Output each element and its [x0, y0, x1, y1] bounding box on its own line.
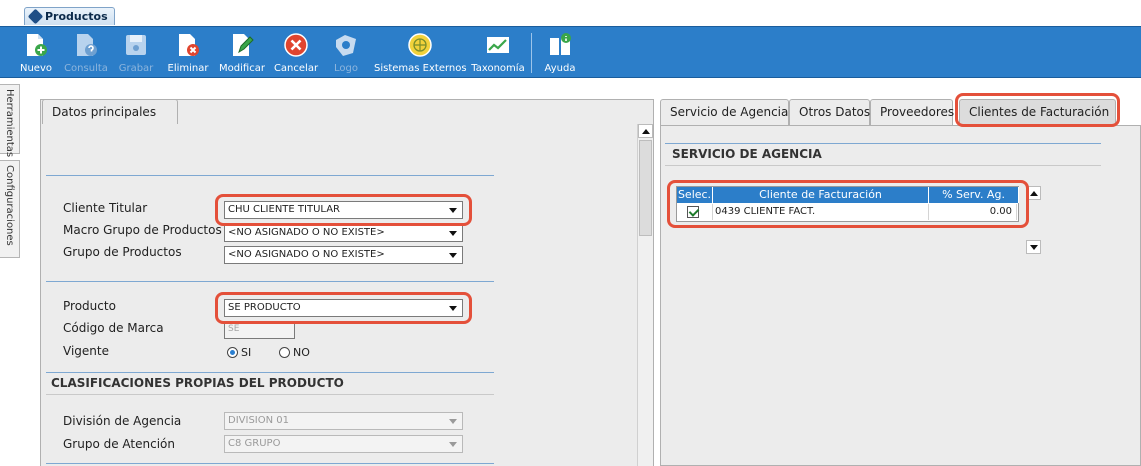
producto-label: Producto: [63, 299, 116, 313]
divider: [665, 143, 1101, 144]
cancel-icon: [284, 33, 308, 57]
grupo-productos-select[interactable]: <NO ASIGNADO O NO EXISTE>: [224, 246, 463, 264]
nuevo-button[interactable]: Nuevo: [14, 27, 58, 77]
tab-servicio-agencia-label: Servicio de Agencia: [670, 105, 789, 119]
divider: [46, 372, 494, 373]
macro-grupo-select[interactable]: <NO ASIGNADO O NO EXISTE>: [224, 224, 463, 242]
cancelar-button[interactable]: Cancelar: [272, 27, 320, 77]
chevron-down-icon: [449, 419, 457, 424]
highlight-grid: [667, 180, 1029, 228]
grupo-atencion-select[interactable]: C8 GRUPO: [224, 435, 463, 453]
edit-pencil-icon: [233, 34, 254, 56]
taxonomia-button[interactable]: Taxonomía: [470, 27, 526, 77]
productos-tab-icon: [27, 8, 44, 25]
divider: [46, 175, 494, 176]
vigente-no-label: NO: [293, 346, 310, 359]
right-panel: [660, 125, 1141, 466]
division-agencia-label: División de Agencia: [63, 414, 182, 428]
tab-productos-label: Productos: [45, 10, 108, 23]
codigo-marca-label: Código de Marca: [63, 321, 164, 335]
tab-otros-datos-label: Otros Datos: [799, 105, 871, 119]
eliminar-label: Eliminar: [167, 63, 209, 74]
logo-button[interactable]: Logo: [326, 27, 366, 77]
chart-icon: [487, 37, 509, 53]
tab-proveedores-label: Proveedores: [880, 105, 955, 119]
toolbar-separator: [531, 33, 532, 73]
side-tab-configuraciones[interactable]: Configuraciones: [0, 160, 20, 258]
side-tab-herramientas[interactable]: Herramientas: [0, 84, 20, 158]
scroll-thumb[interactable]: [639, 140, 652, 236]
cliente-titular-label: Cliente Titular: [63, 201, 148, 215]
cancelar-label: Cancelar: [273, 63, 319, 74]
divider: [46, 281, 494, 282]
main-toolbar: Nuevo Consulta Grabar Eliminar Modificar…: [0, 26, 1141, 78]
tab-proveedores[interactable]: Proveedores: [870, 99, 955, 125]
tab-datos-principales-label: Datos principales: [52, 105, 157, 119]
main-area: Datos principales Cliente Titular CHU CL…: [22, 79, 1141, 466]
logo-label: Logo: [334, 63, 358, 74]
query-doc-icon: [77, 34, 97, 56]
eliminar-button[interactable]: Eliminar: [164, 27, 212, 77]
division-agencia-select[interactable]: DIVISION 01: [224, 412, 463, 430]
tab-otros-datos[interactable]: Otros Datos: [789, 99, 870, 125]
chevron-down-icon: [449, 442, 457, 447]
vigente-si-label: SI: [241, 346, 252, 359]
chevron-down-icon: [449, 253, 457, 258]
grupo-atencion-label: Grupo de Atención: [63, 437, 175, 451]
codigo-marca-value: SE: [228, 324, 240, 334]
modificar-label: Modificar: [219, 63, 265, 74]
ayuda-button[interactable]: Ayuda: [538, 27, 582, 77]
highlight-cliente-titular: [215, 194, 472, 226]
tab-servicio-agencia[interactable]: Servicio de Agencia: [660, 99, 789, 125]
consulta-label: Consulta: [64, 63, 108, 74]
ayuda-label: Ayuda: [544, 63, 576, 74]
macro-grupo-value: <NO ASIGNADO O NO EXISTE>: [228, 227, 385, 238]
taxonomia-label: Taxonomía: [471, 63, 525, 74]
grupo-productos-value: <NO ASIGNADO O NO EXISTE>: [228, 249, 385, 260]
divider: [665, 165, 1101, 166]
nuevo-label: Nuevo: [19, 63, 52, 74]
scroll-down-icon[interactable]: [1026, 240, 1041, 254]
macro-grupo-label: Macro Grupo de Productos: [63, 223, 222, 237]
grabar-button[interactable]: Grabar: [114, 27, 158, 77]
vigente-label: Vigente: [63, 344, 109, 358]
grupo-atencion-value: C8 GRUPO: [228, 438, 281, 449]
help-book-icon: [550, 33, 571, 55]
sistemas-externos-label: Sistemas Externos: [374, 63, 467, 74]
highlight-producto: [215, 292, 472, 324]
vigente-no-radio[interactable]: [279, 347, 290, 358]
clasificaciones-title: CLASIFICACIONES PROPIAS DEL PRODUCTO: [51, 376, 344, 390]
globe-icon: [408, 33, 432, 57]
tab-productos[interactable]: Productos: [24, 7, 115, 25]
highlight-clientes-tab: [955, 93, 1120, 127]
app-tab-strip: Productos: [0, 0, 1141, 26]
left-scrollbar[interactable]: [637, 124, 653, 466]
divider: [46, 394, 494, 395]
scroll-up-icon[interactable]: [638, 124, 653, 138]
chevron-down-icon: [449, 231, 457, 236]
consulta-button[interactable]: Consulta: [62, 27, 110, 77]
grupo-productos-label: Grupo de Productos: [63, 245, 182, 259]
save-disk-icon: [126, 35, 146, 55]
delete-doc-icon: [179, 34, 199, 56]
tab-datos-principales[interactable]: Datos principales: [42, 99, 178, 124]
side-tab-configuraciones-label: Configuraciones: [4, 165, 15, 246]
logo-icon: [336, 35, 356, 56]
servicio-agencia-title: SERVICIO DE AGENCIA: [672, 147, 822, 161]
side-tab-herramientas-label: Herramientas: [4, 89, 15, 158]
sistemas-externos-button[interactable]: Sistemas Externos: [374, 27, 467, 77]
modificar-button[interactable]: Modificar: [216, 27, 268, 77]
new-doc-icon: [27, 34, 47, 56]
grabar-label: Grabar: [118, 63, 154, 74]
vigente-si-radio[interactable]: [227, 347, 238, 358]
divider: [46, 463, 494, 464]
division-agencia-value: DIVISION 01: [228, 415, 289, 426]
